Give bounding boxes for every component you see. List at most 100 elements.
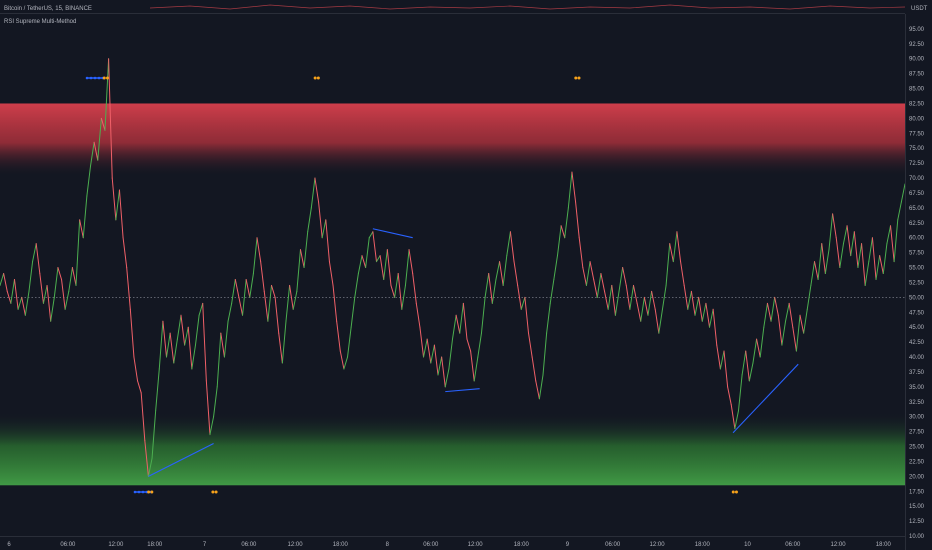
- rsi-segment: [299, 249, 305, 269]
- rsi-segment: [553, 255, 558, 280]
- rsi-segment: [868, 237, 873, 263]
- rsi-segment: [274, 296, 280, 334]
- x-tick-label: 18:00: [514, 542, 530, 548]
- rsi-segment: [491, 278, 497, 304]
- rsi-segment: [788, 302, 794, 328]
- rsi-segment: [716, 344, 721, 370]
- x-tick-label: 12:00: [108, 542, 124, 548]
- rsi-segment: [184, 326, 189, 346]
- rsi-segment: [234, 278, 240, 298]
- rsi-segment: [589, 261, 595, 280]
- rsi-segment: [737, 374, 743, 412]
- marker-dot: [147, 490, 151, 494]
- rsi-segment: [271, 284, 276, 298]
- rsi-segment: [227, 302, 233, 322]
- currency-label: USDT: [911, 6, 928, 12]
- rsi-segment: [777, 314, 783, 346]
- rsi-segment: [658, 308, 663, 334]
- rsi-chart[interactable]: Bitcoin / TetherUS, 15, BINANCE USDT RSI…: [0, 0, 932, 550]
- y-tick-label: 62.50: [909, 221, 925, 227]
- y-tick-label: 85.00: [909, 87, 925, 93]
- rsi-segment: [741, 350, 747, 376]
- rsi-segment: [785, 302, 790, 322]
- rsi-segment: [24, 290, 30, 316]
- y-tick-label: 35.00: [909, 385, 925, 391]
- x-tick-label: 8: [386, 542, 390, 548]
- y-tick-label: 27.50: [909, 430, 925, 436]
- rsi-segment: [814, 261, 819, 280]
- rsi-segment: [462, 302, 468, 340]
- rsi-segment: [774, 296, 779, 316]
- rsi-segment: [365, 237, 370, 269]
- rsi-segment: [828, 213, 834, 251]
- marker-dot: [734, 490, 738, 494]
- marker-dot: [141, 490, 145, 494]
- rsi-segment: [875, 255, 881, 280]
- y-tick-label: 10.00: [909, 534, 925, 540]
- y-tick-label: 95.00: [909, 27, 925, 33]
- rsi-segment: [173, 338, 178, 364]
- rsi-segment: [614, 290, 620, 316]
- rsi-segment: [0, 273, 5, 286]
- rsi-segment: [633, 284, 638, 304]
- rsi-segment: [281, 320, 287, 364]
- rsi-segment: [166, 332, 171, 358]
- rsi-segment: [567, 171, 573, 209]
- rsi-segment: [745, 350, 750, 382]
- rsi-segment: [213, 386, 218, 418]
- price-pane-strip: [0, 0, 906, 14]
- rsi-segment: [368, 231, 374, 239]
- signal-marker: [731, 490, 738, 494]
- y-tick-label: 17.50: [909, 489, 925, 495]
- y-axis[interactable]: 95.00 92.50 90.00 87.50 85.00 82.50 80.00 77.50…: [905, 14, 925, 550]
- rsi-segment: [578, 237, 584, 269]
- rsi-segment: [350, 296, 356, 328]
- y-tick-label: 32.50: [909, 400, 925, 406]
- rsi-segment: [821, 243, 826, 275]
- rsi-segment: [296, 249, 301, 292]
- rsi-segment: [321, 219, 327, 239]
- rsi-segment: [698, 296, 703, 322]
- rsi-segment: [723, 350, 729, 388]
- rsi-segment: [607, 284, 613, 310]
- y-tick-label: 75.00: [909, 146, 925, 152]
- rsi-segment: [882, 243, 888, 275]
- y-tick-label: 40.00: [909, 355, 925, 361]
- rsi-segment: [28, 261, 34, 292]
- rsi-segment: [535, 380, 540, 400]
- rsi-segment: [339, 350, 345, 370]
- rsi-segment: [806, 284, 812, 310]
- marker-dot: [85, 76, 89, 80]
- rsi-segment: [292, 290, 298, 310]
- rsi-segment: [220, 332, 225, 358]
- rsi-segment: [79, 219, 84, 239]
- y-tick-label: 60.00: [909, 236, 925, 242]
- rsi-segment: [473, 356, 479, 382]
- x-axis[interactable]: 6 06:00 12:00 18:00 7 06:00 12:00 18:00 8 06:00 12…: [0, 536, 905, 549]
- rsi-segment: [191, 344, 196, 370]
- rsi-segment: [647, 290, 653, 316]
- y-tick-label: 90.00: [909, 57, 925, 63]
- rsi-segment: [231, 278, 236, 304]
- rsi-segment: [766, 302, 772, 322]
- rsi-segment: [430, 344, 435, 364]
- marker-dot: [211, 490, 215, 494]
- rsi-segment: [347, 326, 352, 358]
- rsi-segment: [397, 273, 403, 310]
- rsi-segment: [502, 255, 508, 286]
- rsi-segment: [249, 273, 254, 298]
- rsi-segment: [712, 308, 718, 346]
- rsi-segment: [575, 201, 580, 239]
- rsi-segment: [46, 284, 52, 322]
- rsi-segment: [386, 249, 392, 286]
- rsi-segment: [719, 350, 725, 370]
- rsi-segment: [622, 267, 627, 286]
- rsi-segment: [488, 273, 493, 304]
- rsi-segment: [57, 267, 63, 280]
- rsi-zones: [0, 103, 905, 486]
- rsi-segment: [245, 278, 251, 298]
- rsi-segment: [524, 296, 530, 334]
- rsi-segment: [893, 219, 899, 263]
- rsi-segment: [401, 284, 406, 310]
- rsi-segment: [303, 231, 309, 269]
